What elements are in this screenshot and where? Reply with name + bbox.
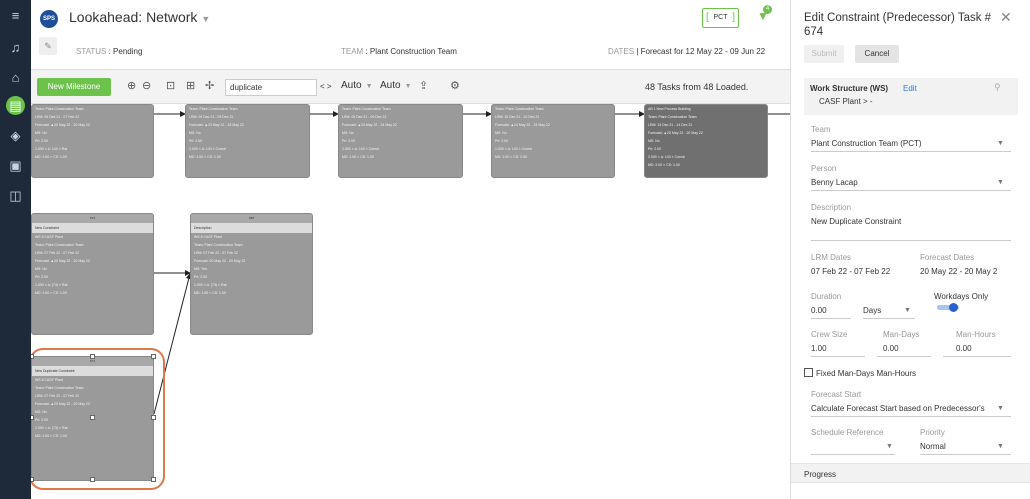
filter-count-badge: 4 [763, 5, 772, 14]
fit-icon[interactable]: ⊡ [166, 79, 175, 92]
resize-handle[interactable] [31, 415, 34, 420]
chevron-down-icon: ▼ [997, 443, 1004, 450]
person-select[interactable]: Benny Lacap [811, 178, 858, 187]
page-header: SPS Lookahead: Network▼ PCT ▼4 ✎ STATUS … [31, 0, 790, 70]
selection-highlight [31, 348, 165, 490]
team-select[interactable]: Plant Construction Team (PCT) [811, 139, 922, 148]
gear-icon[interactable]: ⚙ [450, 79, 460, 92]
filter-icon[interactable]: ▼ 4 [757, 5, 772, 23]
network-canvas[interactable]: Team: Plant Construction Team LRM: 09 Dec… [31, 104, 790, 499]
document-icon[interactable]: ▣ [6, 156, 25, 175]
forecast-start-select[interactable]: Calculate Forecast Start based on Predec… [811, 404, 991, 413]
chart-icon[interactable]: ◫ [6, 186, 25, 205]
chevron-down-icon: ▼ [886, 443, 893, 450]
pct-button[interactable]: PCT [702, 8, 739, 28]
chevron-down-icon: ▼ [997, 140, 1004, 147]
layers-icon[interactable]: ◈ [6, 126, 25, 145]
lrm-dates-value: 07 Feb 22 - 07 Feb 22 [811, 267, 891, 276]
resize-handle[interactable] [31, 354, 34, 359]
submit-button[interactable]: Submit [804, 45, 844, 63]
home-icon[interactable]: ⌂ [6, 68, 25, 87]
workdays-only-toggle[interactable] [937, 303, 959, 312]
resize-handle[interactable] [151, 477, 156, 482]
lookahead-icon[interactable]: ▤ [6, 96, 25, 115]
forecast-dates-value: 20 May 22 - 20 May 2 [920, 267, 998, 276]
man-hours-input[interactable]: 0.00 [956, 344, 972, 353]
task-node[interactable]: Team: Plant Construction Team LRM: 09 Dec… [31, 104, 154, 178]
chevron-down-icon: ▼ [997, 179, 1004, 186]
ws-edit-link[interactable]: Edit [903, 84, 917, 93]
upload-icon[interactable]: ⇪ [419, 79, 428, 92]
resize-handle[interactable] [90, 415, 95, 420]
work-structure-box: Work Structure (WS) Edit CASF Plant > - … [804, 78, 1018, 115]
auto-select-1[interactable]: Auto ▼ [341, 80, 373, 91]
task-node[interactable]: Team: Plant Construction Team LRM: 09 Dec… [338, 104, 463, 178]
panel-title: Edit Constraint (Predecessor) Task # 674 [804, 12, 992, 38]
new-milestone-button[interactable]: New Milestone [37, 78, 111, 96]
chevron-down-icon: ▼ [201, 14, 211, 24]
resize-handle[interactable] [31, 477, 34, 482]
edit-pencil-icon[interactable]: ✎ [39, 37, 57, 55]
search-icon[interactable]: ⚲ [994, 82, 1001, 93]
duration-unit-select[interactable]: Days [863, 306, 881, 315]
zoom-in-icon[interactable]: ⊕ [127, 79, 136, 92]
add-link-icon[interactable]: ✢ [205, 79, 214, 92]
tasks-loaded-text: 48 Tasks from 48 Loaded. [645, 82, 749, 92]
duration-input[interactable]: 0.00 [811, 306, 827, 315]
man-days-input[interactable]: 0.00 [883, 344, 899, 353]
cancel-button[interactable]: Cancel [855, 45, 899, 63]
task-node-673[interactable]: 673 New Constraint WS 8 CASF Plant Team: … [31, 213, 154, 335]
crew-size-input[interactable]: 1.00 [811, 344, 827, 353]
close-icon[interactable]: ✕ [1000, 9, 1012, 26]
toolbar: New Milestone ⊕ ⊖ ⊡ ⊞ ✢ duplicate < > Au… [31, 70, 790, 104]
chevron-down-icon: ▼ [997, 405, 1004, 412]
bell-icon[interactable]: ♫ [6, 38, 25, 57]
resize-handle[interactable] [90, 354, 95, 359]
sps-logo: SPS [40, 10, 58, 28]
layout-icon[interactable]: ⊞ [186, 79, 195, 92]
auto-select-2[interactable]: Auto ▼ [380, 80, 412, 91]
search-input[interactable]: duplicate [225, 79, 317, 96]
task-node[interactable]: Team: Plant Construction Team LRM: 09 Dec… [185, 104, 310, 178]
progress-section[interactable]: Progress [791, 463, 1030, 483]
resize-handle[interactable] [90, 477, 95, 482]
task-node-668[interactable]: 668 Description WS 8 CASF Plant Team: Pla… [190, 213, 313, 335]
left-rail: ≡ ♫ ⌂ ▤ ◈ ▣ ◫ [0, 0, 31, 499]
menu-icon[interactable]: ≡ [6, 6, 25, 25]
edit-constraint-panel: Edit Constraint (Predecessor) Task # 674… [790, 0, 1030, 499]
task-node[interactable]: AB 1 New Process Building Team: Plant Con… [644, 104, 768, 178]
resize-handle[interactable] [151, 415, 156, 420]
status-meta: STATUS : Pending [76, 47, 143, 56]
fixed-man-days-checkbox[interactable] [804, 368, 813, 377]
page-title[interactable]: Lookahead: Network ▼ [69, 9, 210, 25]
zoom-out-icon[interactable]: ⊖ [142, 79, 151, 92]
chevron-down-icon: ▼ [904, 307, 911, 314]
dates-meta: DATES | Forecast for 12 May 22 - 09 Jun … [608, 47, 766, 56]
task-node[interactable]: Team: Plant Construction Team LRM: 10 Dec… [491, 104, 615, 178]
description-textarea[interactable]: New Duplicate Constraint [811, 217, 901, 226]
resize-handle[interactable] [151, 354, 156, 359]
priority-select[interactable]: Normal [920, 442, 946, 451]
team-meta: TEAM : Plant Construction Team [341, 47, 457, 56]
search-nav-arrows[interactable]: < > [320, 82, 332, 91]
